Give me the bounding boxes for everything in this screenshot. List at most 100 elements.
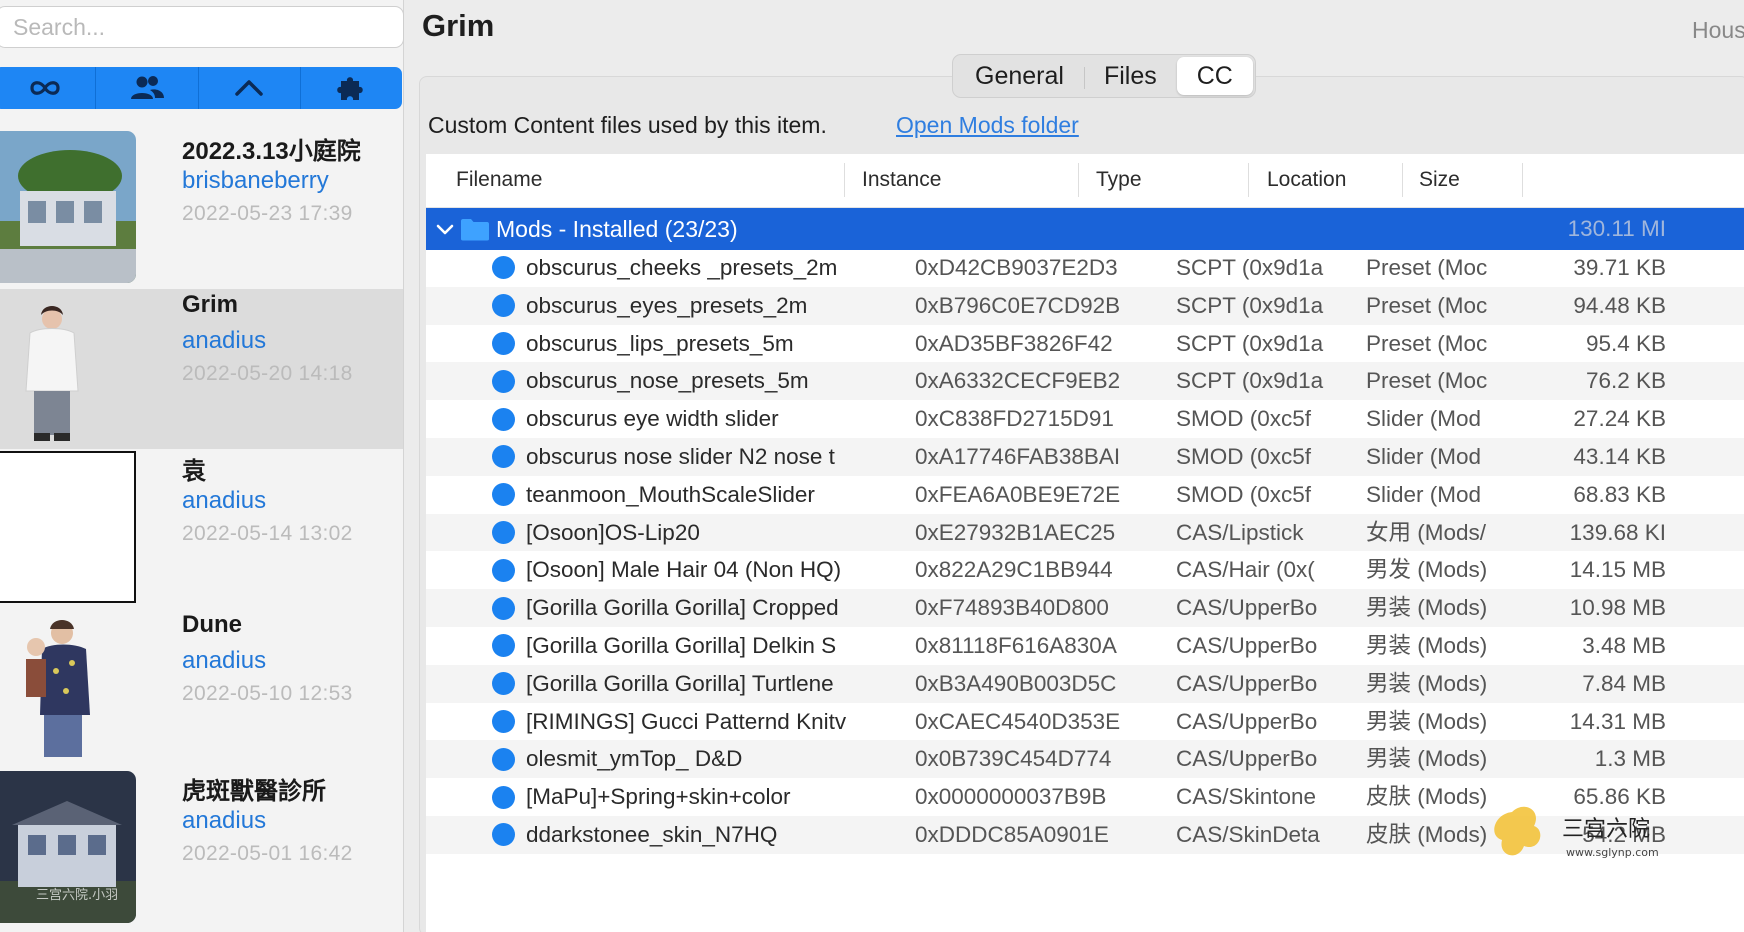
table-row[interactable]: [Gorilla Gorilla Gorilla] Cropped 0xF7489…: [426, 589, 1744, 627]
cell-filename: ddarkstonee_skin_N7HQ: [526, 822, 778, 847]
column-header-type[interactable]: Type: [1096, 168, 1142, 192]
infinity-icon: [30, 81, 60, 95]
column-header-filename[interactable]: Filename: [456, 168, 542, 192]
cell-instance: 0xA17746FAB38BAI: [915, 444, 1121, 469]
item-author[interactable]: brisbaneberry: [182, 167, 329, 195]
list-item[interactable]: 三宫六院.小羽 虎斑獸醫診所 anadius 2022-05-01 16:42: [0, 769, 403, 929]
column-divider[interactable]: [1248, 163, 1249, 197]
cell-filename: obscurus_nose_presets_5m: [526, 368, 809, 394]
watermark-logo: 三宫六院 www.sglynp.com: [1494, 806, 1659, 859]
table-row[interactable]: olesmit_ymTop_ D&D 0x0B739C454D774 CAS/Upp…: [426, 740, 1744, 779]
cell-size: 139.68 KI: [1569, 519, 1666, 545]
column-divider[interactable]: [1402, 163, 1403, 197]
item-author[interactable]: anadius: [182, 327, 266, 355]
column-header-size[interactable]: Size: [1419, 168, 1460, 192]
cell-size: 68.83 KB: [1573, 481, 1666, 507]
cell-instance: 0xF74893B40D800: [915, 595, 1109, 621]
tab-cc[interactable]: CC: [1176, 57, 1253, 95]
list-item[interactable]: 2022.3.13小庭院 brisbaneberry 2022-05-23 17…: [0, 129, 403, 289]
group-row-mods-installed[interactable]: Mods - Installed (23/23) 130.11 MI: [426, 208, 1744, 250]
filter-sims-button[interactable]: [95, 67, 197, 109]
item-author[interactable]: anadius: [182, 647, 266, 675]
cell-instance: 0xFEA6A0BE9E72E: [915, 481, 1121, 507]
cell-filename: obscurus_eyes_presets_2m: [526, 292, 808, 318]
list-item[interactable]: 袁 anadius 2022-05-14 13:02: [0, 449, 403, 609]
building-photo-icon: 三宫六院.小羽: [0, 771, 136, 923]
table-row[interactable]: [Osoon] Male Hair 04 (Non HQ) 0x822A29C1B…: [426, 551, 1744, 589]
item-list: 2022.3.13小庭院 brisbaneberry 2022-05-23 17…: [0, 129, 403, 929]
cell-size: 14.31 MB: [1569, 708, 1666, 734]
cell-type: SCPT (0x9d1a: [1176, 255, 1324, 280]
cell-instance: 0xCAEC4540D353E: [915, 708, 1121, 734]
cell-filename: teanmoon_MouthScaleSlider: [526, 481, 815, 507]
cell-instance: 0xB3A490B003D5C: [915, 670, 1117, 696]
cell-instance: 0xAD35BF3826F42: [915, 330, 1113, 356]
cell-type: SMOD (0xc5f: [1176, 406, 1312, 432]
filter-lots-button[interactable]: [197, 67, 300, 109]
tab-files[interactable]: Files: [1083, 57, 1177, 95]
watermark-text: 三宫六院: [1562, 817, 1650, 842]
cell-size: 1.3 MB: [1594, 746, 1666, 772]
cell-filename: [Gorilla Gorilla Gorilla] Cropped: [526, 595, 839, 621]
table-row[interactable]: obscurus_eyes_presets_2m 0xB796C0E7CD92B S…: [426, 286, 1744, 325]
item-author[interactable]: anadius: [182, 487, 266, 515]
item-thumbnail: [0, 131, 136, 283]
cc-description: Custom Content files used by this item.: [428, 112, 827, 138]
cell-size: 27.24 KB: [1573, 406, 1666, 432]
column-divider[interactable]: [844, 163, 845, 197]
cell-type: CAS/UpperBo: [1176, 708, 1318, 734]
cc-file-icon: [492, 256, 515, 280]
column-header-instance[interactable]: Instance: [862, 168, 941, 192]
item-title: 虎斑獸醫診所: [182, 778, 326, 805]
people-icon: [130, 76, 164, 99]
table-row[interactable]: [RIMINGS] Gucci Patternd Knitv 0xCAEC4540…: [426, 703, 1744, 741]
cell-instance: 0xD42CB9037E2D3: [915, 255, 1118, 280]
cell-size: 95.4 KB: [1585, 330, 1666, 356]
cell-instance: 0x0B739C454D774: [915, 746, 1112, 772]
puzzle-icon: [337, 77, 364, 100]
item-thumbnail: 三宫六院.小羽: [0, 771, 136, 923]
item-date: 2022-05-20 14:18: [182, 362, 353, 385]
filter-all-button[interactable]: [0, 67, 95, 109]
cell-filename: [Osoon] Male Hair 04 (Non HQ): [526, 557, 842, 583]
column-divider[interactable]: [1522, 163, 1523, 197]
cc-file-icon: [492, 445, 515, 469]
cell-filename: olesmit_ymTop_ D&D: [526, 746, 743, 772]
table-row[interactable]: obscurus_lips_presets_5m 0xAD35BF3826F42 S…: [426, 325, 1744, 363]
group-label: Mods - Installed (23/23): [496, 216, 738, 242]
cell-filename: obscurus_cheeks _presets_2m: [526, 255, 838, 280]
cell-type: CAS/Skintone: [1176, 784, 1317, 810]
table-row[interactable]: obscurus eye width slider 0xC838FD2715D91…: [426, 400, 1744, 438]
cc-file-icon: [492, 294, 515, 318]
item-author[interactable]: anadius: [182, 807, 266, 835]
column-divider[interactable]: [1078, 163, 1079, 197]
cell-instance: 0x0000000037B9B: [915, 784, 1107, 810]
cc-file-icon: [492, 634, 515, 658]
item-thumbnail: [0, 611, 136, 763]
table-row[interactable]: [Gorilla Gorilla Gorilla] Turtlene 0xB3A4…: [426, 664, 1744, 703]
item-date: 2022-05-01 16:42: [182, 842, 353, 865]
search-input[interactable]: [0, 6, 404, 48]
list-item[interactable]: Dune anadius 2022-05-10 12:53: [0, 609, 403, 769]
cell-type: CAS/UpperBo: [1176, 595, 1318, 621]
table-row[interactable]: obscurus_cheeks _presets_2m 0xD42CB9037E2…: [426, 249, 1744, 287]
chevron-down-icon[interactable]: [434, 219, 456, 239]
table-row[interactable]: teanmoon_MouthScaleSlider 0xFEA6A0BE9E72E…: [426, 476, 1744, 514]
table-row[interactable]: obscurus nose slider N2 nose t 0xA17746FA…: [426, 438, 1744, 476]
table-row[interactable]: obscurus_nose_presets_5m 0xA6332CECF9EB2 S…: [426, 362, 1744, 401]
table-row[interactable]: [Osoon]OS-Lip20 0xE27932B1AEC25 CAS/Lipsti…: [426, 513, 1744, 552]
sidebar: 2022.3.13小庭院 brisbaneberry 2022-05-23 17…: [0, 0, 404, 932]
sim-family-icon: [0, 611, 136, 763]
cell-size: 10.98 MB: [1569, 595, 1666, 621]
open-mods-folder-link[interactable]: Open Mods folder: [896, 112, 1079, 139]
list-item-selected[interactable]: Grim anadius 2022-05-20 14:18: [0, 289, 403, 449]
cell-size: 39.71 KB: [1573, 255, 1666, 280]
filter-cc-button[interactable]: [299, 67, 402, 109]
table-row[interactable]: [Gorilla Gorilla Gorilla] Delkin S 0x8111…: [426, 627, 1744, 665]
cell-type: SMOD (0xc5f: [1176, 444, 1312, 469]
tab-general[interactable]: General: [955, 57, 1084, 95]
column-header-location[interactable]: Location: [1267, 168, 1346, 192]
watermark-url: www.sglynp.com: [1566, 846, 1659, 859]
tab-bar: General Files CC: [952, 54, 1256, 98]
cell-filename: [Gorilla Gorilla Gorilla] Turtlene: [526, 670, 834, 696]
